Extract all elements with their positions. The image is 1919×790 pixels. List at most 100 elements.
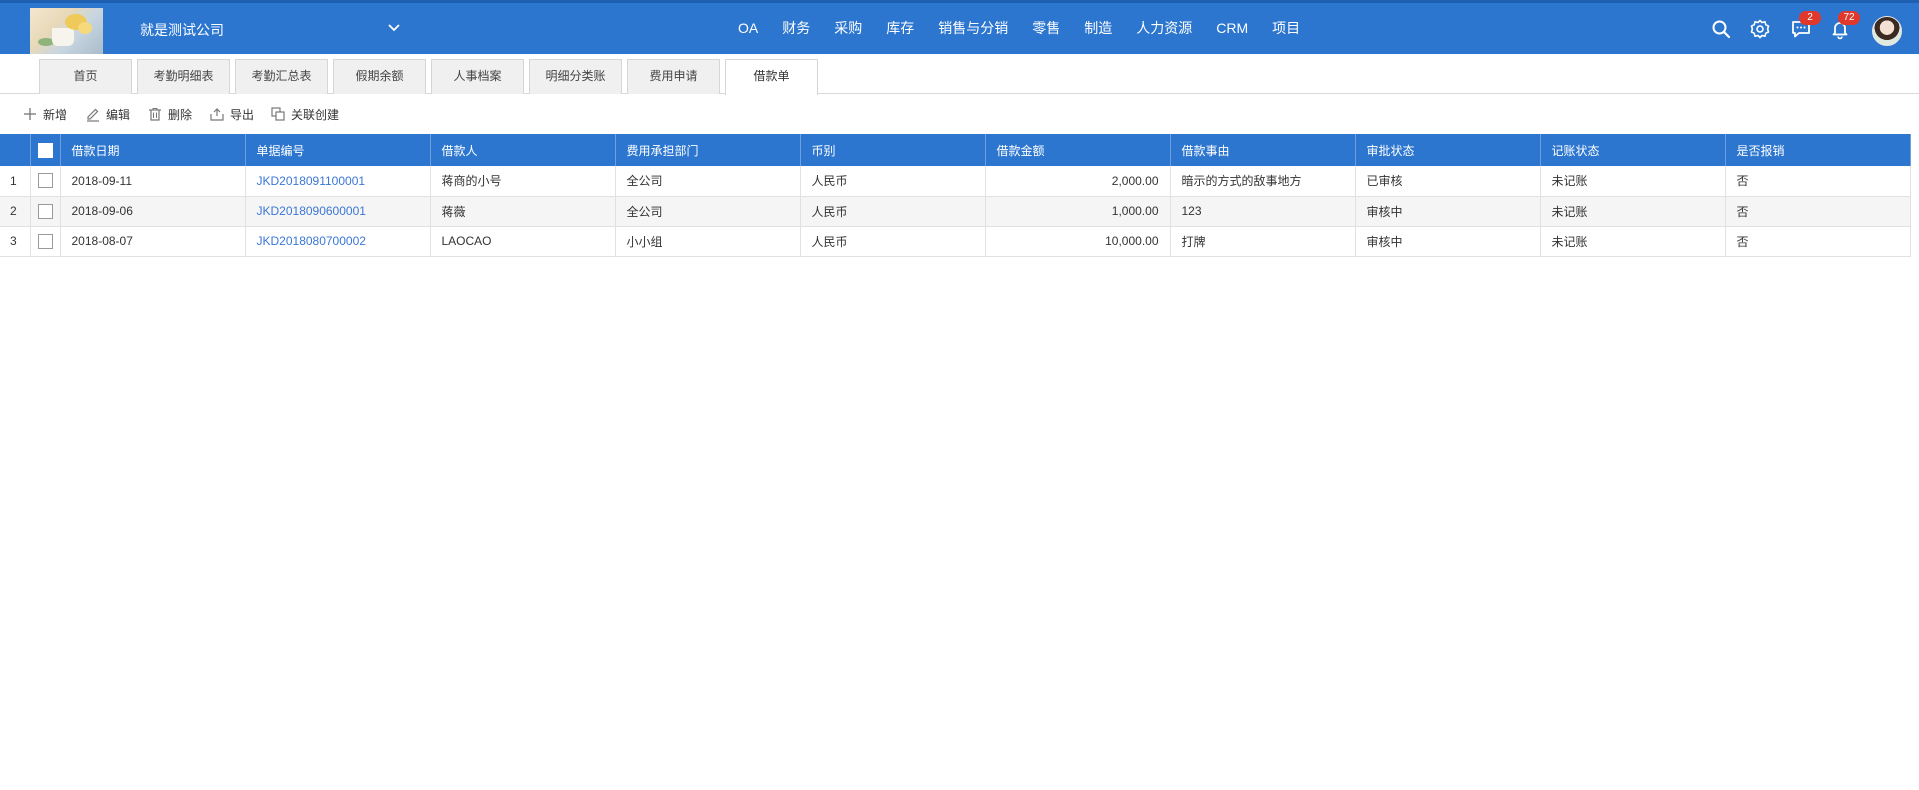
chevron-down-icon[interactable]	[385, 19, 403, 37]
column-header-borrower[interactable]: 借款人	[430, 134, 616, 166]
cell-dept: 全公司	[615, 166, 801, 197]
notifications-button[interactable]: 72	[1829, 11, 1860, 40]
trash-icon	[149, 108, 161, 121]
tab-loan-bill[interactable]: 借款单	[725, 59, 818, 95]
related-create-button-label: 关联创建	[291, 107, 340, 122]
nav-finance[interactable]: 财务	[770, 3, 822, 54]
cell-reason: 123	[1170, 196, 1356, 227]
edit-button[interactable]: 编辑	[85, 105, 130, 123]
column-header-reason[interactable]: 借款事由	[1170, 134, 1356, 166]
cell-currency: 人民币	[800, 166, 986, 197]
user-avatar[interactable]	[1872, 16, 1902, 46]
notification-count-badge: 72	[1838, 11, 1860, 25]
cell-reimbursed: 否	[1725, 166, 1911, 197]
cell-amount: 2,000.00	[985, 166, 1171, 197]
column-header-posting-status[interactable]: 记账状态	[1540, 134, 1726, 166]
cell-borrower: LAOCAO	[430, 226, 616, 257]
tab-personnel-files[interactable]: 人事档案	[431, 59, 524, 94]
cell-borrower: 蒋商的小号	[430, 166, 616, 197]
doc-no-link[interactable]: JKD2018080700002	[257, 234, 366, 248]
cell-reimbursed: 否	[1725, 196, 1911, 227]
nav-manufacturing[interactable]: 制造	[1072, 3, 1124, 54]
main-menu: OA 财务 采购 库存 销售与分销 零售 制造 人力资源 CRM 项目	[726, 3, 1312, 54]
cell-currency: 人民币	[800, 196, 986, 227]
cell-borrower: 蒋薇	[430, 196, 616, 227]
cell-approval-status: 审核中	[1355, 226, 1541, 257]
column-header-approval-status[interactable]: 审批状态	[1355, 134, 1541, 166]
search-icon	[1712, 20, 1731, 39]
table-row[interactable]: 3 2018-08-07 JKD2018080700002 LAOCAO 小小组…	[0, 226, 1911, 257]
search-button[interactable]	[1710, 18, 1732, 40]
page-tabs: 首页 考勤明细表 考勤汇总表 假期余额 人事档案 明细分类账 费用申请 借款单	[0, 54, 1919, 95]
row-checkbox[interactable]	[37, 173, 53, 189]
cell-posting-status: 未记账	[1540, 226, 1726, 257]
cell-loan-date: 2018-08-07	[60, 226, 246, 257]
gear-icon	[1750, 19, 1770, 39]
cell-dept: 全公司	[615, 196, 801, 227]
column-header-currency[interactable]: 币别	[800, 134, 986, 166]
messages-button[interactable]: 2	[1790, 11, 1821, 40]
edit-button-label: 编辑	[106, 107, 131, 122]
column-header-doc-no[interactable]: 单据编号	[245, 134, 431, 166]
cell-doc-no: JKD2018090600001	[245, 196, 431, 227]
row-select-cell	[30, 166, 61, 197]
company-logo[interactable]	[30, 8, 103, 54]
related-create-button[interactable]: 关联创建	[270, 105, 339, 123]
cell-doc-no: JKD2018091100001	[245, 166, 431, 197]
nav-oa[interactable]: OA	[726, 3, 770, 54]
select-all-checkbox[interactable]	[37, 142, 53, 158]
cell-approval-status: 审核中	[1355, 196, 1541, 227]
nav-retail[interactable]: 零售	[1020, 3, 1072, 54]
nav-inventory[interactable]: 库存	[874, 3, 926, 54]
column-header-reimbursed[interactable]: 是否报销	[1725, 134, 1911, 166]
export-icon	[210, 108, 224, 121]
row-number-header	[0, 134, 31, 166]
table-row[interactable]: 1 2018-09-11 JKD2018091100001 蒋商的小号 全公司 …	[0, 166, 1911, 197]
nav-human-resources[interactable]: 人力资源	[1124, 3, 1204, 54]
tab-leave-balance[interactable]: 假期余额	[333, 59, 426, 94]
cell-amount: 1,000.00	[985, 196, 1171, 227]
row-number: 1	[0, 166, 31, 197]
row-number: 3	[0, 226, 31, 257]
tab-home[interactable]: 首页	[39, 59, 132, 94]
loan-bill-table: 借款日期 单据编号 借款人 费用承担部门 币别 借款金额 借款事由 审批状态 记…	[0, 134, 1919, 257]
delete-button[interactable]: 删除	[147, 105, 192, 123]
settings-button[interactable]	[1749, 18, 1771, 40]
column-header-loan-date[interactable]: 借款日期	[60, 134, 246, 166]
export-button[interactable]: 导出	[209, 105, 254, 123]
doc-no-link[interactable]: JKD2018090600001	[257, 204, 366, 218]
tab-attendance-summary[interactable]: 考勤汇总表	[235, 59, 328, 94]
message-count-badge: 2	[1799, 11, 1821, 25]
cell-posting-status: 未记账	[1540, 196, 1726, 227]
row-number: 2	[0, 196, 31, 227]
select-all-header	[30, 134, 61, 166]
column-header-amount[interactable]: 借款金额	[985, 134, 1171, 166]
column-header-dept[interactable]: 费用承担部门	[615, 134, 801, 166]
cell-approval-status: 已审核	[1355, 166, 1541, 197]
export-button-label: 导出	[230, 107, 255, 122]
nav-crm[interactable]: CRM	[1204, 3, 1260, 54]
company-name[interactable]: 就是测试公司	[140, 20, 224, 40]
add-button-label: 新增	[43, 107, 68, 122]
cell-reason: 打牌	[1170, 226, 1356, 257]
tab-expense-request[interactable]: 费用申请	[627, 59, 720, 94]
row-select-cell	[30, 226, 61, 257]
cell-reimbursed: 否	[1725, 226, 1911, 257]
tab-attendance-detail[interactable]: 考勤明细表	[137, 59, 230, 94]
doc-no-link[interactable]: JKD2018091100001	[257, 174, 366, 188]
nav-project[interactable]: 项目	[1260, 3, 1312, 54]
pencil-icon	[87, 108, 99, 122]
row-checkbox[interactable]	[37, 203, 53, 219]
nav-purchasing[interactable]: 采购	[822, 3, 874, 54]
cell-loan-date: 2018-09-11	[60, 166, 246, 197]
nav-sales-distribution[interactable]: 销售与分销	[926, 3, 1020, 54]
top-navigation-bar: 就是测试公司 OA 财务 采购 库存 销售与分销 零售 制造 人力资源 CRM …	[0, 0, 1919, 54]
action-toolbar: 新增 编辑 删除 导出 关联创建	[0, 95, 1919, 133]
cell-amount: 10,000.00	[985, 226, 1171, 257]
row-checkbox[interactable]	[37, 233, 53, 249]
table-row[interactable]: 2 2018-09-06 JKD2018090600001 蒋薇 全公司 人民币…	[0, 196, 1911, 227]
tab-subsidiary-ledger[interactable]: 明细分类账	[529, 59, 622, 94]
row-select-cell	[30, 196, 61, 227]
add-button[interactable]: 新增	[22, 105, 67, 123]
table-header-row: 借款日期 单据编号 借款人 费用承担部门 币别 借款金额 借款事由 审批状态 记…	[0, 134, 1911, 166]
